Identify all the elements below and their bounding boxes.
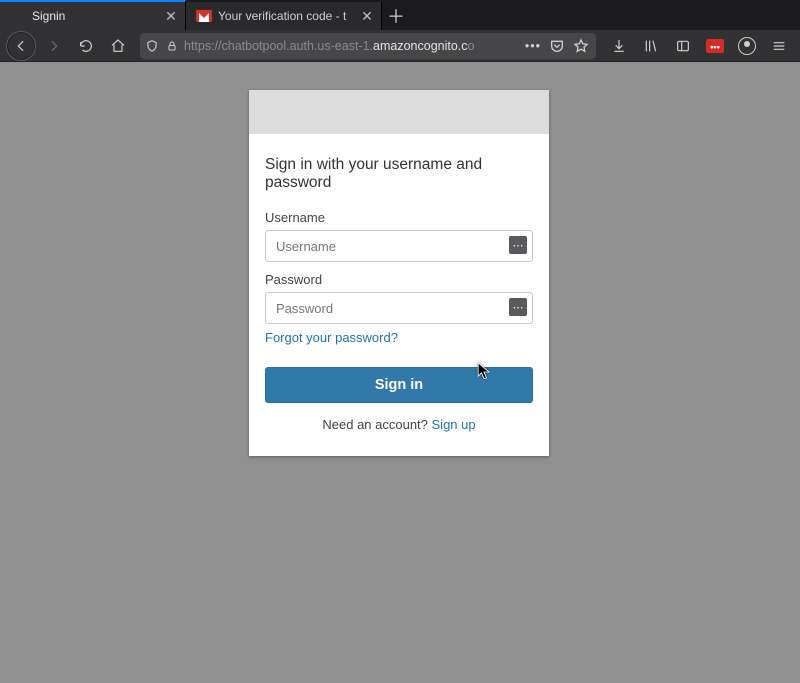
close-tab-icon[interactable]: ✕: [359, 8, 375, 24]
lock-icon[interactable]: [164, 38, 180, 54]
page-viewport: Sign in with your username and password …: [0, 62, 800, 683]
bookmark-star-icon[interactable]: [570, 35, 592, 57]
password-input[interactable]: [265, 292, 533, 324]
signin-button[interactable]: Sign in: [265, 367, 533, 403]
signin-card: Sign in with your username and password …: [249, 90, 549, 456]
home-button[interactable]: [104, 32, 132, 60]
tab-title: Your verification code - t: [218, 9, 359, 23]
tab-verification[interactable]: Your verification code - t ✕: [186, 2, 382, 30]
account-button[interactable]: [732, 32, 762, 60]
pocket-icon[interactable]: [546, 35, 568, 57]
address-bar[interactable]: https://chatbotpool.auth.us-east-1.amazo…: [140, 33, 596, 59]
globe-favicon-icon: [10, 8, 26, 24]
close-tab-icon[interactable]: ✕: [163, 8, 179, 24]
menu-button[interactable]: [764, 32, 794, 60]
back-button[interactable]: [6, 31, 36, 61]
browser-chrome: Signin ✕ Your verification code - t ✕ ＋: [0, 0, 800, 62]
tab-title: Signin: [32, 9, 163, 23]
new-tab-button[interactable]: ＋: [382, 2, 410, 30]
library-button[interactable]: [636, 32, 666, 60]
password-label: Password: [265, 272, 533, 287]
signup-link[interactable]: Sign up: [432, 417, 476, 432]
username-label: Username: [265, 210, 533, 225]
gmail-favicon-icon: [196, 10, 212, 22]
tab-bar: Signin ✕ Your verification code - t ✕ ＋: [0, 0, 800, 30]
tab-signin[interactable]: Signin ✕: [0, 0, 186, 30]
nav-bar: https://chatbotpool.auth.us-east-1.amazo…: [0, 30, 800, 62]
lastpass-button[interactable]: •••: [700, 32, 730, 60]
downloads-button[interactable]: [604, 32, 634, 60]
url-text: https://chatbotpool.auth.us-east-1.amazo…: [184, 39, 518, 53]
forgot-password-link[interactable]: Forgot your password?: [265, 330, 398, 345]
password-manager-icon[interactable]: ⋯: [509, 298, 527, 316]
sidebar-button[interactable]: [668, 32, 698, 60]
page-actions-icon[interactable]: •••: [522, 35, 544, 57]
forward-button[interactable]: [40, 32, 68, 60]
tracking-shield-icon[interactable]: [144, 38, 160, 54]
username-input[interactable]: [265, 230, 533, 262]
page-title: Sign in with your username and password: [265, 156, 533, 192]
card-header: [249, 90, 549, 134]
password-manager-icon[interactable]: ⋯: [509, 236, 527, 254]
signup-row: Need an account? Sign up: [265, 417, 533, 432]
cursor-icon: [477, 362, 491, 382]
reload-button[interactable]: [72, 32, 100, 60]
signup-prompt: Need an account?: [322, 417, 431, 432]
